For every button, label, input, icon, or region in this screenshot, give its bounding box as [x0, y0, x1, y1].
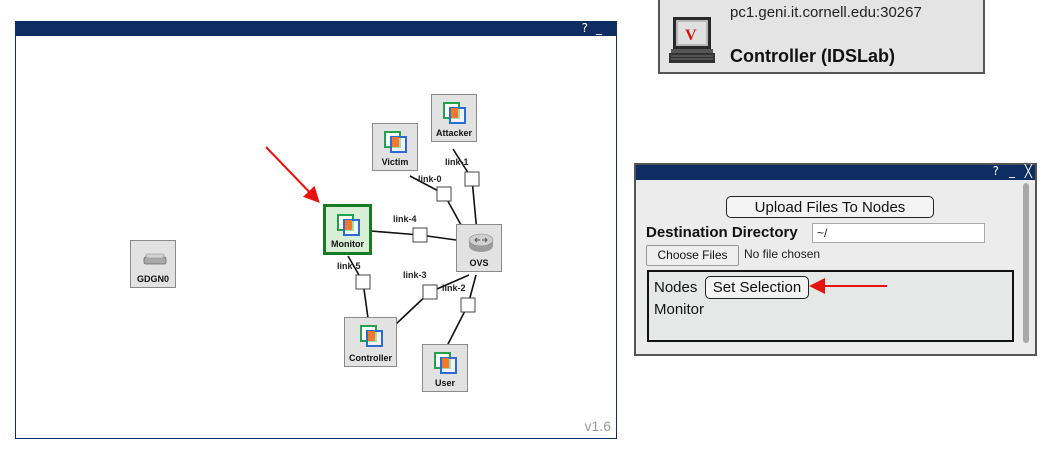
link-2-label: link-2: [442, 283, 466, 293]
link-1-label: link-1: [445, 157, 469, 167]
destination-input[interactable]: [812, 223, 985, 243]
upload-titlebar: ? _ ╳: [636, 163, 1035, 180]
link-4-box[interactable]: [412, 227, 428, 243]
set-selection-button[interactable]: Set Selection: [705, 276, 809, 299]
controller-name: Controller (IDSLab): [730, 46, 895, 66]
destination-label: Destination Directory: [646, 224, 798, 241]
link-1-box[interactable]: [464, 171, 480, 187]
vm-icon: [336, 214, 360, 236]
choose-files-button[interactable]: Choose Files: [646, 245, 739, 266]
upload-window: ? _ ╳ Upload Files To Nodes Destination …: [634, 163, 1037, 356]
link-4-label: link-4: [393, 214, 417, 224]
link-0-label: link-0: [418, 174, 442, 184]
node-ovs[interactable]: OVS: [456, 224, 502, 272]
link-5-label: link-5: [337, 261, 361, 271]
node-controller[interactable]: Controller: [344, 317, 397, 367]
terminal-icon: V: [669, 17, 715, 63]
node-label: User: [434, 378, 455, 388]
upload-files-button[interactable]: Upload Files To Nodes: [726, 196, 934, 218]
vm-icon: [359, 325, 383, 347]
minimize-icon[interactable]: _: [596, 20, 602, 36]
topology-canvas: link-0 link-1 link-2 link-3 link-4 link-…: [337, 148, 480, 347]
help-icon[interactable]: ?: [582, 20, 588, 36]
node-label: GDGN0: [136, 274, 169, 284]
node-label: Monitor: [331, 239, 364, 249]
vm-icon: [434, 352, 457, 374]
node-monitor[interactable]: Monitor: [323, 204, 372, 255]
link-3-box[interactable]: [422, 284, 438, 300]
link-2-box[interactable]: [460, 297, 476, 313]
link-5-box[interactable]: [355, 274, 371, 290]
node-label: Attacker: [435, 128, 473, 138]
controller-tile[interactable]: V pc1.geni.it.cornell.edu:30267 Controll…: [658, 0, 985, 74]
vm-icon: [384, 131, 407, 153]
node-victim[interactable]: Victim: [372, 123, 418, 171]
scrollbar[interactable]: [1023, 183, 1029, 343]
version-label: v1.6: [584, 418, 611, 434]
topology-window: ? _ link-0 link-1 link-2 link-3 link-4 l…: [15, 21, 617, 439]
switch-icon: [468, 232, 494, 254]
topology-titlebar: ? _: [16, 20, 616, 36]
nodes-label: Nodes: [654, 279, 698, 296]
node-label: OVS: [469, 258, 489, 268]
gateway-icon: [142, 248, 167, 270]
close-icon[interactable]: ╳: [1025, 163, 1032, 179]
minimize-icon[interactable]: _: [1009, 163, 1015, 179]
nodes-panel: Nodes Set Selection Monitor: [647, 270, 1014, 342]
svg-text:V: V: [685, 27, 697, 44]
node-attacker[interactable]: Attacker: [431, 94, 477, 142]
link-3-label: link-3: [403, 270, 427, 280]
node-gdgn0[interactable]: GDGN0: [130, 240, 176, 288]
vm-icon: [443, 102, 466, 124]
node-label: Victim: [381, 157, 409, 167]
controller-host: pc1.geni.it.cornell.edu:30267: [730, 4, 922, 21]
help-icon[interactable]: ?: [993, 163, 999, 179]
node-user[interactable]: User: [422, 344, 468, 392]
selected-node: Monitor: [654, 301, 705, 318]
file-status: No file chosen: [744, 247, 821, 261]
link-0-box[interactable]: [436, 186, 452, 202]
node-label: Controller: [348, 353, 392, 363]
